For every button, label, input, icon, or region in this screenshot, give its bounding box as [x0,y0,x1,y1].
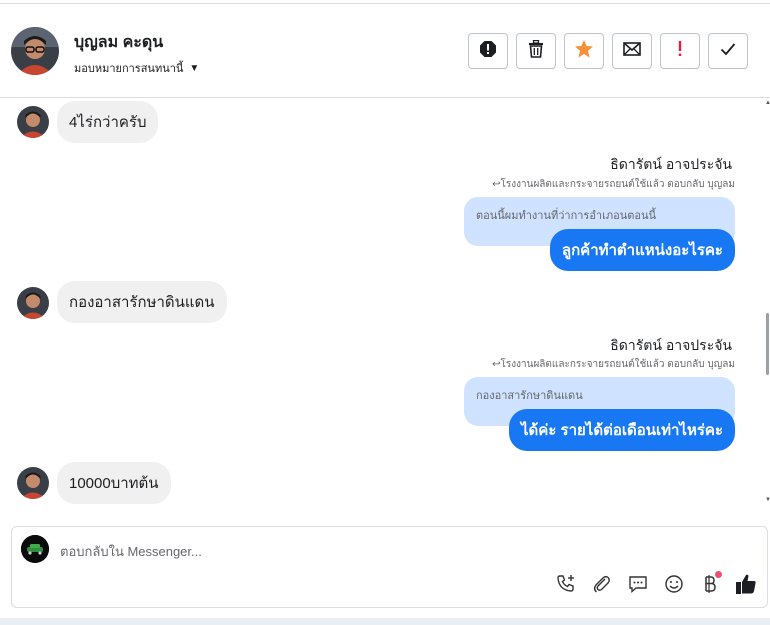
caret-down-icon: ▼ [189,62,200,74]
scrollbar-thumb[interactable] [766,313,769,375]
reply-context: ↩โรงงานผลิตและกระจายรถยนต์ใช้แล้ว ตอบกลั… [492,179,735,190]
contact-avatar-small[interactable] [17,106,49,138]
reply-composer [11,526,768,608]
check-icon [720,42,736,61]
incoming-message[interactable]: 10000บาทต้น [57,462,171,504]
like-icon[interactable] [733,571,759,597]
alert-octagon-icon [479,40,497,63]
message-list[interactable]: 4ไร่กว่าครับ ธิดารัตน์ อาจประจัน ↩โรงงาน… [0,98,770,518]
outgoing-message[interactable]: ลูกค้าทำตำแหน่งอะไรคะ [549,229,735,271]
reply-input[interactable] [60,541,700,561]
incoming-message[interactable]: กองอาสารักษาดินแดน [57,281,227,323]
delete-button[interactable] [516,33,556,69]
contact-avatar-small[interactable] [17,467,49,499]
mark-done-button[interactable] [708,33,748,69]
follow-up-button[interactable] [660,33,700,69]
saved-reply-icon[interactable] [625,571,651,597]
page-avatar [21,535,49,563]
mark-unread-button[interactable] [612,33,652,69]
conversation-header: บุญลม คะดุน มอบหมายการสนทนานี้ ▼ [0,4,770,98]
report-button[interactable] [468,33,508,69]
attachment-icon[interactable] [589,571,615,597]
add-call-icon[interactable] [553,571,579,597]
emoji-icon[interactable] [661,571,687,597]
conversation-panel: บุญลม คะดุน มอบหมายการสนทนานี้ ▼ 4ไร่กว่… [0,0,770,625]
contact-name[interactable]: บุญลม คะดุน [74,30,163,55]
scroll-up-arrow-icon[interactable]: ▲ [765,100,770,106]
assign-label: มอบหมายการสนทนานี้ [74,63,184,75]
outgoing-message[interactable]: ได้ค่ะ รายได้ต่อเดือนเท่าไหร่คะ [509,409,735,451]
exclamation-icon [677,40,683,62]
incoming-message[interactable]: 4ไร่กว่าครับ [57,101,159,143]
assign-conversation-dropdown[interactable]: มอบหมายการสนทนานี้ ▼ [74,59,199,77]
trash-icon [528,39,544,63]
contact-avatar[interactable] [11,27,59,75]
bottom-strip [0,618,770,625]
reply-context: ↩โรงงานผลิตและกระจายรถยนต์ใช้แล้ว ตอบกลั… [492,359,735,370]
star-icon [574,39,594,64]
star-button[interactable] [564,33,604,69]
sender-name: ธิดารัตน์ อาจประจัน [610,337,732,353]
sender-name: ธิดารัตน์ อาจประจัน [610,156,732,172]
envelope-icon [623,41,641,61]
notification-dot [715,571,722,578]
scroll-down-arrow-icon[interactable]: ▼ [765,497,770,503]
contact-avatar-small[interactable] [17,287,49,319]
